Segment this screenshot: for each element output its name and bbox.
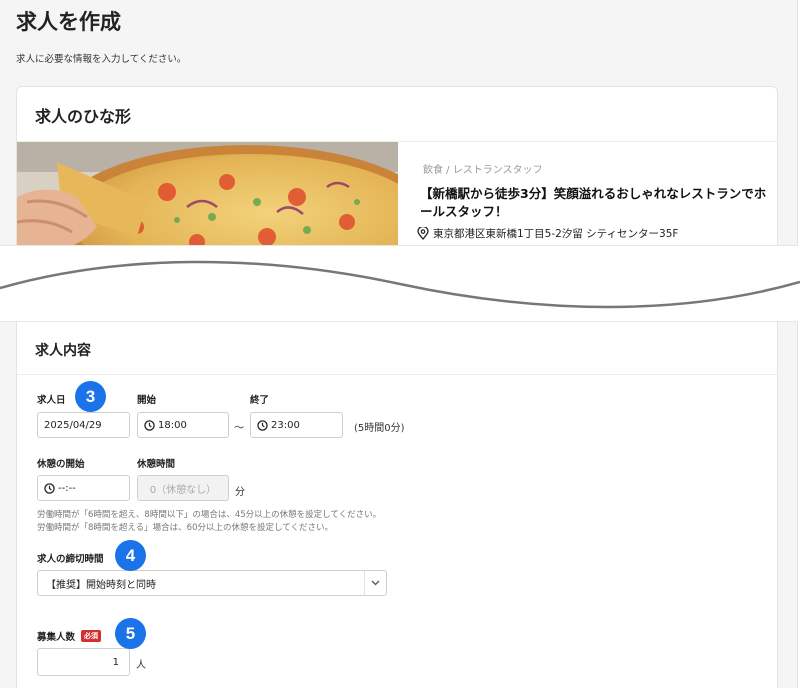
job-title[interactable]: 【新橋駅から徒歩3分】笑顔溢れるおしゃれなレストランでホールスタッフ！ bbox=[420, 185, 770, 221]
create-job-panel: 求人を作成 求人に必要な情報を入力してください。 求人のひな形 飲食 / レスト… bbox=[0, 0, 798, 246]
step-marker-3: 3 bbox=[75, 381, 106, 412]
break-time-unit: 分 bbox=[235, 487, 245, 498]
deadline-label: 求人の締切時間 bbox=[37, 554, 104, 565]
job-details-panel: 求人内容 求人日 2025/04/29 開始 18:00 〜 終了 23:00 … bbox=[0, 321, 798, 688]
step-marker-5: 5 bbox=[115, 618, 146, 649]
chevron-down-icon[interactable] bbox=[364, 571, 386, 595]
location-pin-icon bbox=[417, 227, 429, 240]
end-time-value: 23:00 bbox=[271, 419, 300, 431]
deadline-select[interactable]: 【推奨】開始時刻と同時 bbox=[37, 570, 387, 596]
headcount-unit: 人 bbox=[136, 660, 146, 671]
page-title: 求人を作成 bbox=[16, 10, 121, 34]
end-label: 終了 bbox=[250, 395, 270, 406]
section-title: 求人内容 bbox=[35, 343, 91, 359]
clock-icon bbox=[144, 419, 155, 431]
page-description: 求人に必要な情報を入力してください。 bbox=[16, 54, 187, 65]
break-time-label: 休憩時間 bbox=[137, 459, 176, 470]
clock-icon bbox=[257, 419, 268, 431]
break-hint-1: 労働時間が「6時間を超え、8時間以下」の場合は、45分以上の休憩を設定してくださ… bbox=[37, 510, 382, 520]
clock-icon bbox=[44, 482, 55, 494]
headcount-value: 1 bbox=[112, 656, 119, 668]
job-location-text: 東京都港区東新橋1丁目5-2汐留 シティセンター35F bbox=[433, 228, 679, 240]
start-label: 開始 bbox=[137, 395, 157, 406]
break-start-label: 休憩の開始 bbox=[37, 459, 85, 470]
break-start-value: --:-- bbox=[58, 482, 76, 494]
start-time-input[interactable]: 18:00 bbox=[137, 412, 229, 438]
deadline-selected: 【推奨】開始時刻と同時 bbox=[46, 579, 156, 591]
headcount-label: 募集人数 必須 bbox=[37, 629, 102, 643]
step-marker-4: 4 bbox=[115, 540, 146, 571]
date-value: 2025/04/29 bbox=[44, 419, 102, 431]
section-divider bbox=[17, 374, 777, 375]
job-location: 東京都港区東新橋1丁目5-2汐留 シティセンター35F bbox=[417, 226, 678, 241]
template-title: 求人のひな形 bbox=[35, 107, 132, 126]
required-badge: 必須 bbox=[81, 630, 102, 642]
end-time-input[interactable]: 23:00 bbox=[250, 412, 343, 438]
headcount-input[interactable]: 1 bbox=[37, 648, 130, 676]
job-category: 飲食 / レストランスタッフ bbox=[423, 165, 543, 176]
break-time-input[interactable]: 0（休憩なし） bbox=[137, 475, 229, 501]
break-start-input[interactable]: --:-- bbox=[37, 475, 130, 501]
template-card[interactable]: 求人のひな形 飲食 / レストランスタッフ 【新橋駅から徒歩3分】笑顔溢れるおし… bbox=[16, 86, 778, 245]
pizza-image bbox=[17, 142, 398, 245]
duration-text: (5時間0分) bbox=[354, 423, 405, 434]
break-time-placeholder: 0（休憩なし） bbox=[149, 484, 217, 496]
date-label: 求人日 bbox=[37, 395, 66, 406]
date-input[interactable]: 2025/04/29 bbox=[37, 412, 130, 438]
time-range-separator: 〜 bbox=[234, 423, 244, 434]
headcount-label-text: 募集人数 bbox=[37, 632, 76, 643]
section-break-wave bbox=[0, 260, 800, 309]
start-time-value: 18:00 bbox=[158, 419, 187, 431]
break-hint-2: 労働時間が「8時間を超える」場合は、60分以上の休憩を設定してください。 bbox=[37, 523, 333, 533]
